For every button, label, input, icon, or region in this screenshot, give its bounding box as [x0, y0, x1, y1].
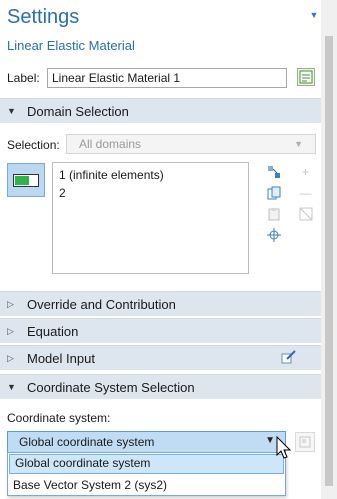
chevron-down-icon: ▼ — [265, 435, 275, 446]
collapsed-arrow-icon: ▷ — [7, 298, 14, 309]
dropdown-option[interactable]: Global coordinate system — [9, 454, 284, 474]
section-override-contribution[interactable]: ▷ Override and Contribution — [0, 291, 321, 316]
page-title: Settings — [7, 6, 80, 28]
coordinate-system-combo[interactable]: Global coordinate system ▼ — [7, 431, 286, 453]
selection-combo[interactable]: All domains ▼ — [66, 134, 316, 154]
selection-caption-row: Selection: — [7, 136, 60, 154]
section-label: Domain Selection — [27, 103, 129, 119]
selection-caption: Selection: — [7, 138, 60, 152]
paste-selection-icon[interactable] — [265, 205, 282, 222]
section-label: Equation — [27, 323, 79, 339]
mouse-cursor-icon — [276, 435, 292, 460]
settings-panel: Settings Linear Elastic Material Label: … — [0, 0, 321, 499]
selection-tools-left — [265, 163, 282, 243]
remove-icon[interactable]: — — [297, 184, 314, 201]
toggle-switch-icon — [13, 173, 39, 187]
expanded-arrow-icon: ▼ — [7, 106, 16, 116]
coordinate-system-value: Global coordinate system — [19, 435, 155, 449]
expanded-arrow-icon: ▼ — [7, 382, 16, 392]
add-icon[interactable]: + — [297, 163, 314, 180]
dropdown-option[interactable]: Base Vector System 2 (sys2) — [8, 475, 285, 495]
chevron-down-icon: ▼ — [294, 139, 303, 149]
coordinate-system-caption-row: Coordinate system: — [7, 409, 110, 427]
menu-dropdown-icon[interactable]: ▼ — [309, 10, 319, 20]
list-item[interactable]: 2 — [59, 184, 242, 202]
edit-pencil-icon[interactable] — [281, 349, 297, 365]
section-coordinate-system[interactable]: ▼ Coordinate System Selection — [0, 374, 321, 399]
coordinate-system-caption: Coordinate system: — [7, 411, 111, 425]
section-label: Override and Contribution — [27, 296, 176, 312]
page-subtitle: Linear Elastic Material — [7, 38, 135, 53]
scrollbar-thumb[interactable] — [325, 36, 333, 486]
list-item[interactable]: 1 (infinite elements) — [59, 166, 242, 184]
coordinate-system-dropdown: Global coordinate system Base Vector Sys… — [7, 452, 286, 496]
section-label: Model Input — [27, 350, 95, 366]
node-label-icon[interactable] — [297, 68, 315, 86]
section-equation[interactable]: ▷ Equation — [0, 318, 321, 343]
coordinate-system-side-button[interactable] — [295, 432, 315, 452]
label-caption-row: Label: — [7, 68, 47, 88]
copy-selection-icon[interactable] — [265, 184, 282, 201]
clear-selection-icon[interactable] — [297, 205, 314, 222]
collapsed-arrow-icon: ▷ — [7, 325, 14, 336]
label-field[interactable]: Linear Elastic Material 1 — [47, 68, 287, 88]
domain-list[interactable]: 1 (infinite elements) 2 — [52, 162, 249, 274]
section-label: Coordinate System Selection — [27, 379, 195, 395]
scrollbar[interactable] — [321, 0, 337, 499]
group-selection-icon[interactable] — [265, 163, 282, 180]
collapsed-arrow-icon: ▷ — [7, 352, 14, 363]
section-domain-selection[interactable]: ▼ Domain Selection — [0, 98, 321, 123]
active-toggle-button[interactable] — [7, 163, 45, 197]
section-model-input[interactable]: ▷ Model Input — [0, 345, 321, 370]
selection-value: All domains — [79, 137, 142, 151]
selection-tools-right: + — — [297, 163, 314, 222]
label-caption: Label: — [7, 71, 40, 85]
zoom-to-selection-icon[interactable] — [265, 226, 282, 243]
